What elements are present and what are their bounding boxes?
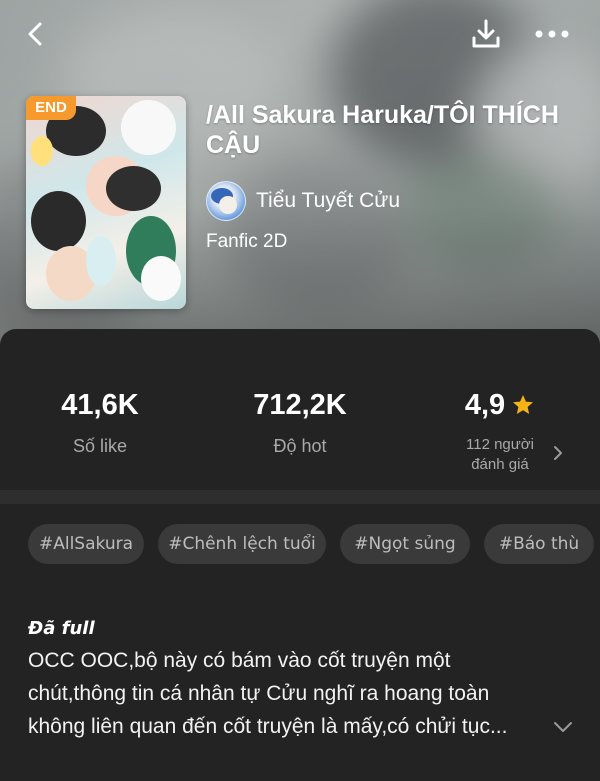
author-link[interactable]: Tiểu Tuyết Cửu (206, 181, 400, 221)
description-line: không liên quan đến cốt truyện là mấy,có… (28, 715, 508, 738)
hot-label: Độ hot (273, 436, 327, 456)
description[interactable]: OCC OOC,bộ này có bám vào cốt truyện một… (28, 644, 548, 743)
star-icon (513, 395, 534, 414)
end-badge: END (26, 96, 76, 120)
hot-value: 712,2K (253, 389, 347, 421)
download-button[interactable] (466, 14, 506, 54)
info-panel: 41,6K Số like 712,2K Độ hot 4,9 112 ngườ… (0, 329, 600, 781)
rating-count-line1: 112 người (466, 436, 534, 453)
tag-chip[interactable]: #Chênh lệch tuổi (158, 524, 326, 564)
chevron-right-icon[interactable] (552, 445, 564, 461)
avatar (206, 181, 246, 221)
chevron-down-icon[interactable] (553, 721, 573, 733)
category-label[interactable]: Fanfic 2D (206, 231, 287, 253)
author-name: Tiểu Tuyết Cửu (256, 189, 401, 212)
rating-count-line2: đánh giá (471, 456, 529, 473)
likes-label: Số like (72, 436, 128, 456)
book-cover[interactable]: END (26, 96, 186, 309)
tag-chip[interactable]: #Ngọt sủng (340, 524, 470, 564)
tag-chip[interactable]: #Báo thù (484, 524, 594, 564)
more-icon (535, 30, 569, 38)
divider (0, 490, 600, 504)
likes-stat: 41,6K Số like (0, 387, 200, 457)
likes-value: 41,6K (61, 389, 139, 421)
tag-chip[interactable]: #AllSakura (28, 524, 144, 564)
back-icon (28, 22, 42, 46)
rating-stat[interactable]: 4,9 112 người đánh giá (400, 387, 600, 475)
book-title: /All Sakura Haruka/TÔI THÍCH CẬU (206, 101, 559, 159)
hot-stat: 712,2K Độ hot (200, 387, 400, 457)
completion-status: Đã full (28, 618, 95, 639)
description-line: chút,thông tin cá nhân tự Cửu nghĩ ra ho… (28, 682, 490, 705)
more-options-button[interactable] (532, 14, 572, 54)
description-line: OCC OOC,bộ này có bám vào cốt truyện một (28, 649, 451, 672)
rating-value: 4,9 (464, 389, 506, 421)
back-button[interactable] (16, 14, 56, 54)
download-icon (472, 19, 500, 48)
